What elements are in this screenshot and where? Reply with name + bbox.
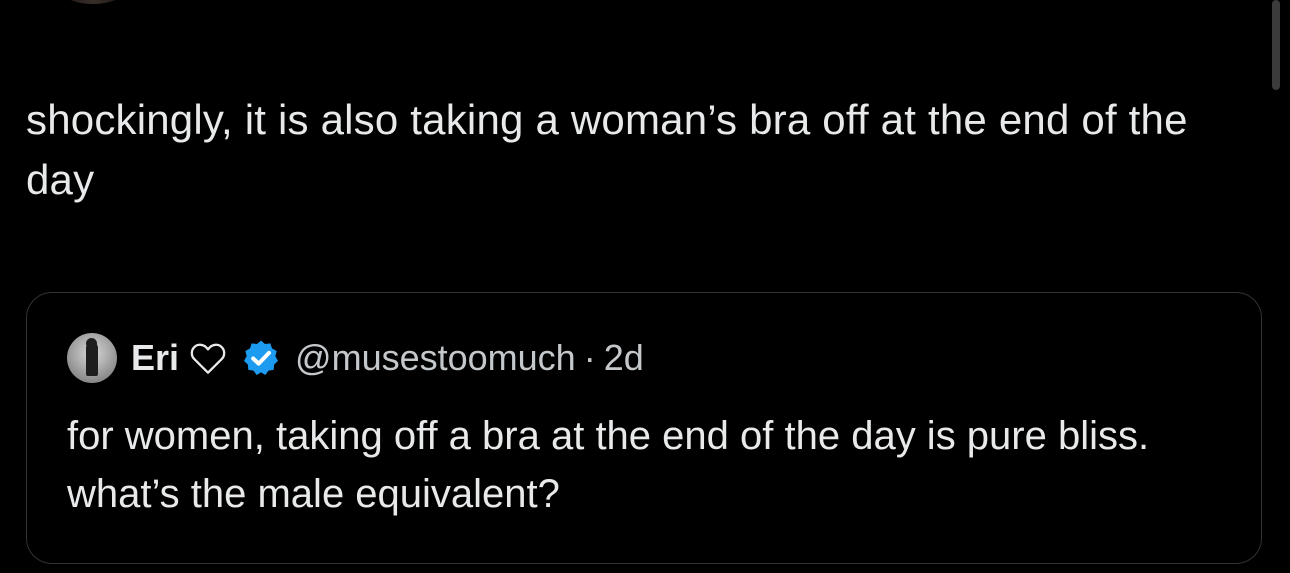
tweet-text: shockingly, it is also taking a woman’s … — [26, 96, 1188, 203]
quoted-tweet-header: Eri @musestoomuch · 2d — [67, 333, 644, 383]
avatar-icon[interactable] — [67, 333, 117, 383]
heart-outline-icon — [190, 343, 226, 374]
quoted-tweet-card[interactable]: Eri @musestoomuch · 2d for women, taking… — [26, 292, 1262, 564]
verified-badge-icon[interactable] — [241, 338, 281, 378]
scrollbar[interactable] — [1272, 0, 1280, 90]
quoted-tweet-text: for women, taking off a bra at the end o… — [67, 414, 1150, 516]
quoted-display-name[interactable]: Eri — [131, 337, 179, 379]
quoted-timestamp[interactable]: 2d — [604, 337, 644, 379]
separator-dot: · — [583, 337, 596, 378]
quoted-handle[interactable]: @musestoomuch — [295, 337, 576, 379]
author-avatar-partial[interactable] — [58, 0, 128, 4]
